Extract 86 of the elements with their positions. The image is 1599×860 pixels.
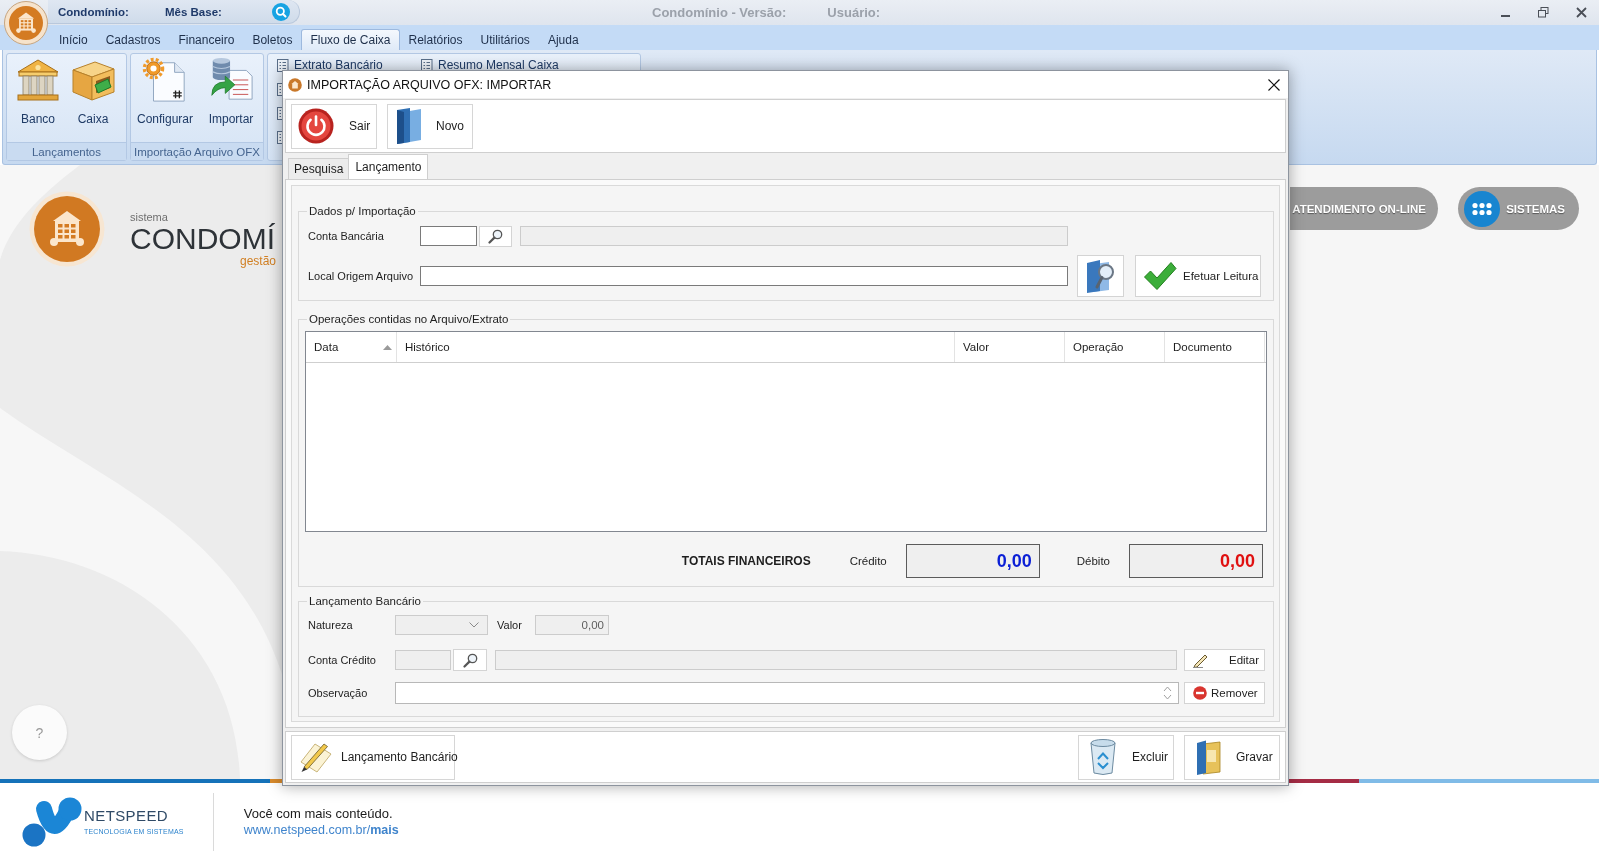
window-title: Usuário: — [827, 5, 881, 20]
column-header[interactable]: Operação — [1065, 332, 1165, 362]
browse-button[interactable] — [1077, 255, 1124, 297]
dialog-title: IMPORTAÇÃO ARQUIVO OFX: IMPORTAR — [307, 77, 553, 92]
toolbar-button[interactable]: Sair — [291, 103, 377, 149]
search-icon — [488, 228, 503, 244]
menu-tab[interactable]: Início — [50, 29, 97, 50]
file-path-field[interactable] — [420, 266, 1068, 286]
menu-tab[interactable]: Financeiro — [169, 29, 244, 50]
total-amount: 0,00 — [905, 544, 1040, 578]
read-file-button[interactable]: Efetuar Leitura — [1135, 255, 1261, 297]
trash-bin-icon — [1089, 738, 1117, 776]
brand-caption: sistema — [130, 211, 169, 223]
total-label: Débito — [1076, 555, 1110, 567]
search-icon — [462, 652, 478, 668]
window-title: Condomínio - Versão: — [652, 5, 787, 20]
minus-circle-icon — [1193, 686, 1207, 700]
toolbar-button[interactable]: Novo — [387, 103, 473, 149]
close-icon[interactable] — [1576, 7, 1587, 18]
sort-ascending-icon — [383, 344, 392, 350]
folder-icon — [396, 107, 422, 145]
total-label: Crédito — [849, 555, 887, 567]
field-label: Natureza — [308, 619, 354, 631]
section-title: Dados p/ Importação — [308, 204, 417, 218]
field-label: Conta Crédito — [308, 654, 377, 666]
totals-title: TOTAIS FINANCEIROS — [681, 554, 811, 568]
menu-tab[interactable]: Relatórios — [399, 29, 472, 50]
tab[interactable]: Pesquisa — [288, 158, 350, 179]
database-import-icon — [208, 57, 254, 103]
edit-button[interactable]: Editar — [1184, 649, 1265, 671]
total-amount: 0,00 — [1129, 544, 1263, 578]
building-logo-icon — [288, 77, 302, 92]
ribbon-group-title: Lançamentos — [7, 142, 126, 160]
gear-document-icon — [142, 57, 188, 103]
ribbon-button[interactable]: Banco — [13, 56, 63, 142]
menu-tab[interactable]: Fluxo de Caixa — [301, 29, 400, 50]
column-header[interactable]: Data — [306, 332, 397, 362]
context-label: Mês Base: — [165, 5, 223, 18]
close-icon[interactable] — [1268, 78, 1280, 91]
remove-button[interactable]: Remover — [1184, 682, 1265, 704]
field-label: Valor — [497, 619, 523, 631]
chevron-down-icon — [469, 622, 479, 628]
field-label: Conta Bancária — [308, 230, 385, 242]
binder-icon — [1195, 738, 1222, 776]
account-code-field[interactable] — [420, 226, 477, 246]
menu-tab[interactable]: Ajuda — [538, 29, 588, 50]
ribbon-button[interactable]: Configurar — [137, 56, 193, 142]
company-name: NETSPEED — [84, 807, 170, 824]
building-logo-icon — [29, 191, 105, 267]
pencil-icon — [1192, 652, 1210, 668]
menu-tab[interactable]: Cadastros — [96, 29, 170, 50]
ribbon-group-title: Importação Arquivo OFX — [131, 142, 263, 160]
menu-tab[interactable]: Utilitários — [471, 29, 539, 50]
section-title: Lançamento Bancário — [308, 594, 422, 608]
website-link[interactable]: www.netspeed.com.br/mais — [243, 823, 399, 837]
action-button[interactable]: Excluir — [1078, 734, 1174, 780]
folder-search-icon — [1084, 258, 1117, 294]
menu-tab[interactable]: Boletos — [243, 29, 302, 50]
ribbon-button[interactable]: Importar — [203, 56, 259, 142]
document-list-icon[interactable] — [277, 59, 289, 72]
spin-arrows-icon[interactable] — [1163, 685, 1172, 701]
note-field[interactable] — [395, 682, 1179, 704]
action-button[interactable]: Lançamento Bancário — [291, 734, 455, 780]
field-label: Local Origem Arquivo — [308, 270, 415, 282]
ribbon-button[interactable]: Caixa — [68, 56, 118, 142]
power-icon — [298, 108, 334, 144]
field-label: Observação — [308, 687, 369, 699]
dots-grid-icon — [1464, 190, 1501, 227]
context-label: Condomínio: — [58, 5, 130, 18]
tab[interactable]: Lançamento — [348, 154, 429, 179]
report-link[interactable]: Extrato Bancário — [277, 59, 421, 72]
search-button[interactable] — [453, 649, 487, 671]
column-header[interactable]: Valor — [955, 332, 1065, 362]
brand-name: CONDOMÍ — [130, 223, 276, 255]
netspeed-logo-icon — [22, 796, 82, 847]
section-title: Operações contidas no Arquivo/Extrato — [308, 312, 510, 326]
restore-icon[interactable] — [1538, 7, 1549, 18]
bank-building-icon — [15, 57, 61, 103]
search-icon[interactable] — [272, 2, 290, 21]
action-button[interactable]: Gravar — [1184, 734, 1280, 780]
column-header[interactable]: Histórico — [397, 332, 955, 362]
footer-message: Você com mais conteúdo. — [243, 806, 394, 821]
brand-tagline: gestão — [240, 255, 277, 268]
checkmark-icon — [1143, 261, 1177, 291]
search-button[interactable] — [479, 225, 512, 247]
column-header[interactable]: Documento — [1165, 332, 1265, 362]
